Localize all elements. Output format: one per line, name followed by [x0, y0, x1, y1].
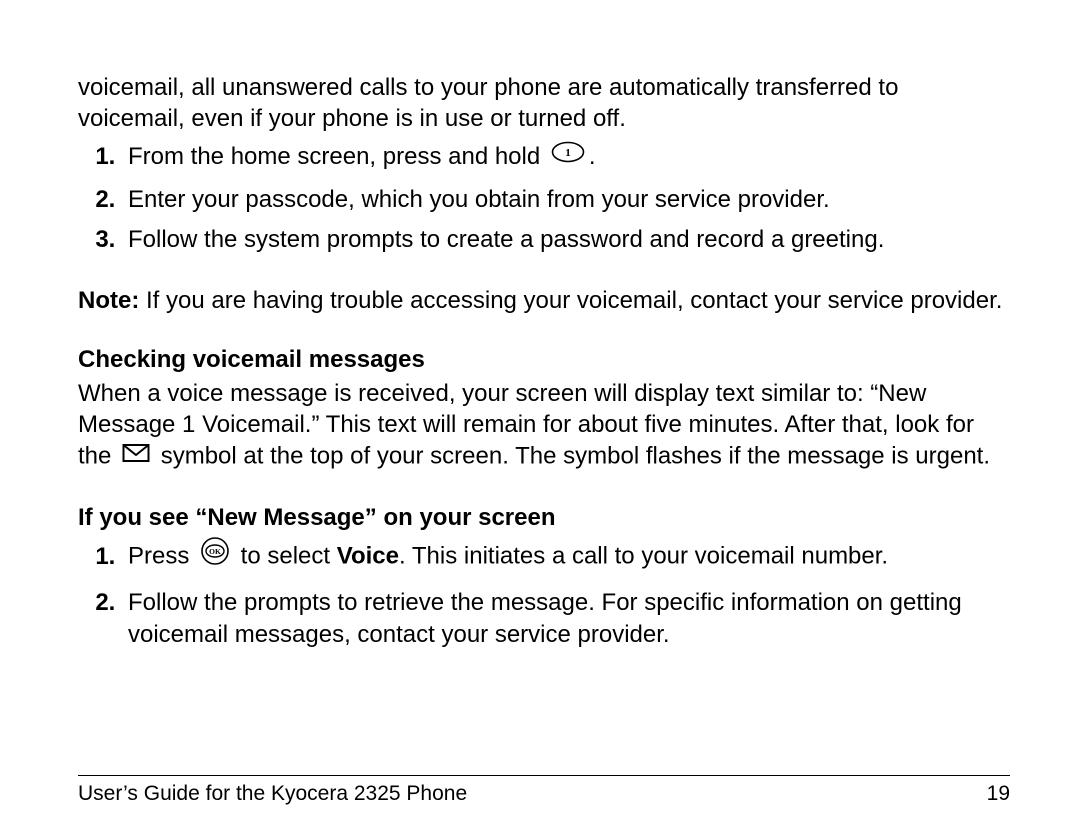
note-paragraph: Note: If you are having trouble accessin… — [78, 285, 1010, 316]
newmsg-step-1: Press OK to select Voice. This initiates… — [122, 536, 1010, 578]
step-text: From the home screen, press and hold — [128, 143, 540, 170]
key-1-icon: 1 — [551, 140, 585, 172]
step-text-a: Press — [128, 543, 196, 570]
document-page: voicemail, all unanswered calls to your … — [0, 0, 1080, 834]
newmsg-step-2: Follow the prompts to retrieve the messa… — [122, 587, 1010, 652]
setup-step-3: Follow the system prompts to create a pa… — [122, 224, 1010, 256]
envelope-icon — [122, 440, 150, 471]
setup-step-2: Enter your passcode, which you obtain fr… — [122, 184, 1010, 216]
note-label: Note: — [78, 287, 139, 314]
step-text-b: to select — [234, 543, 337, 570]
page-number: 19 — [987, 782, 1010, 806]
step-text-tail: . — [589, 143, 596, 170]
ok-key-icon: OK — [200, 536, 230, 575]
setup-steps-list: From the home screen, press and hold 1 .… — [78, 140, 1010, 256]
page-footer: User’s Guide for the Kyocera 2325 Phone … — [78, 775, 1010, 806]
newmsg-steps-list: Press OK to select Voice. This initiates… — [78, 536, 1010, 651]
checking-paragraph: When a voice message is received, your s… — [78, 378, 1010, 475]
intro-paragraph: voicemail, all unanswered calls to your … — [78, 72, 1010, 134]
setup-step-1: From the home screen, press and hold 1 . — [122, 140, 1010, 175]
svg-text:1: 1 — [565, 147, 571, 159]
voice-label: Voice — [337, 543, 399, 570]
checking-text-b: symbol at the top of your screen. The sy… — [154, 443, 990, 470]
heading-checking-voicemail: Checking voicemail messages — [78, 346, 1010, 374]
note-body: If you are having trouble accessing your… — [139, 287, 1002, 314]
svg-text:OK: OK — [209, 547, 221, 556]
step-text-d: . This initiates a call to your voicemai… — [399, 543, 888, 570]
footer-title: User’s Guide for the Kyocera 2325 Phone — [78, 782, 467, 806]
heading-new-message: If you see “New Message” on your screen — [78, 504, 1010, 532]
